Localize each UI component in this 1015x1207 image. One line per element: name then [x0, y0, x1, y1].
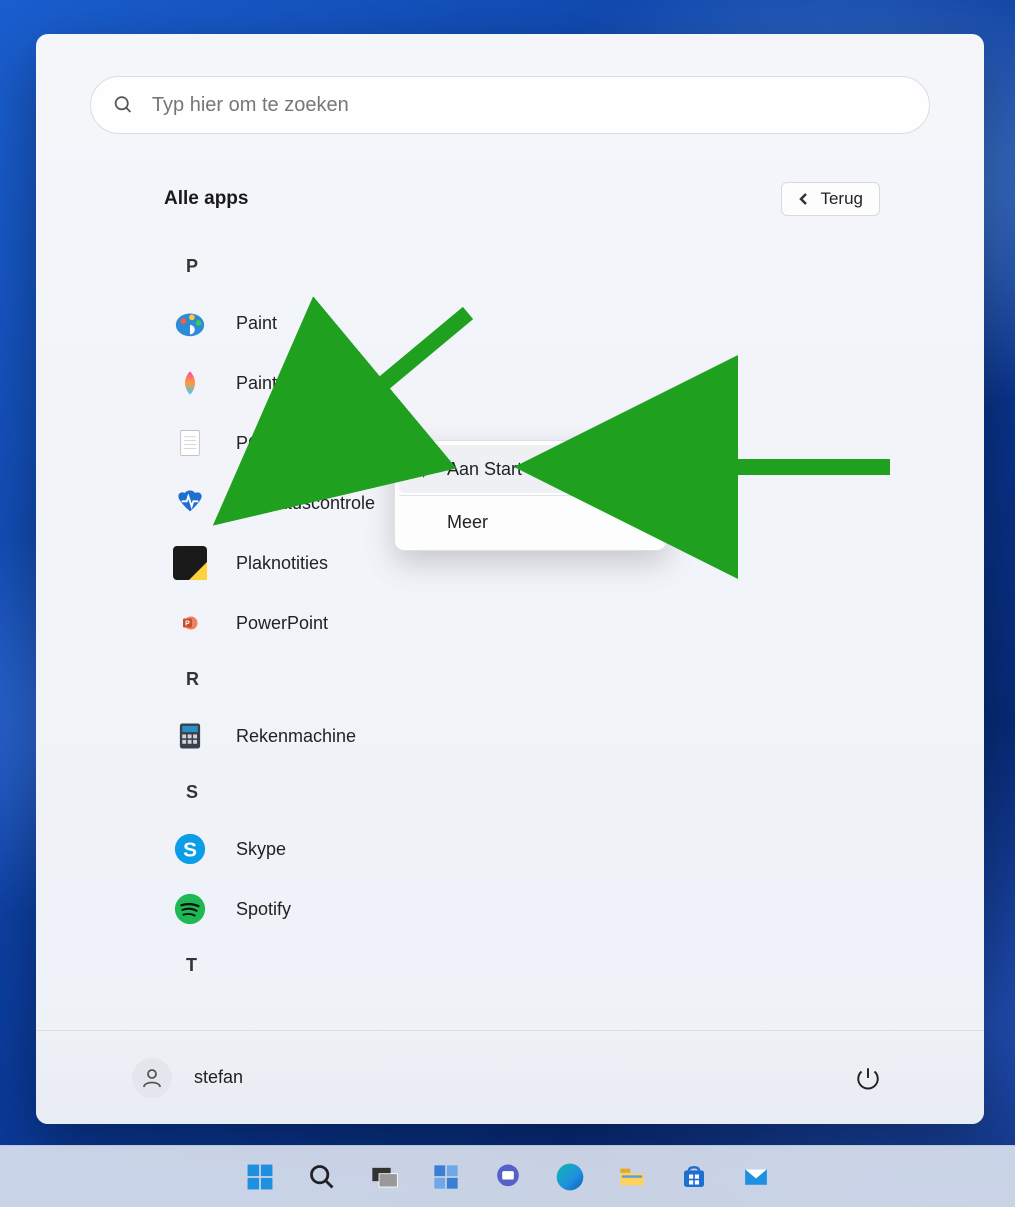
app-label: Pc-statuscontrole [236, 493, 375, 514]
app-item-spotify[interactable]: Spotify [164, 879, 856, 939]
avatar-icon [132, 1058, 172, 1098]
app-label: Skype [236, 839, 286, 860]
pin-icon [413, 459, 433, 479]
powerpoint-icon: P [172, 605, 208, 641]
paint-icon [172, 305, 208, 341]
letter-header-t[interactable]: T [164, 939, 856, 992]
paint3d-icon [172, 365, 208, 401]
letter-header-p[interactable]: P [164, 240, 856, 293]
apps-header-row: Alle apps Terug [164, 182, 880, 216]
start-menu-footer: stefan [36, 1030, 984, 1124]
calculator-icon [172, 718, 208, 754]
app-label: Paint 3D [236, 373, 305, 394]
context-more[interactable]: Meer [399, 498, 662, 546]
edge-icon [554, 1161, 586, 1193]
taskview-icon [369, 1162, 399, 1192]
app-item-paint3d[interactable]: Paint 3D [164, 353, 856, 413]
spotify-icon [172, 891, 208, 927]
search-icon [113, 94, 134, 116]
app-item-skype[interactable]: S Skype [164, 819, 856, 879]
taskbar-search-button[interactable] [300, 1155, 344, 1199]
svg-text:P: P [185, 621, 190, 628]
app-label: Spotify [236, 899, 291, 920]
back-button-label: Terug [820, 189, 863, 209]
letter-header-s[interactable]: S [164, 766, 856, 819]
app-label: Plaknotities [236, 553, 328, 574]
chevron-left-icon [798, 193, 810, 205]
context-item-label: Meer [447, 512, 488, 533]
letter-header-r[interactable]: R [164, 653, 856, 706]
document-icon [172, 425, 208, 461]
context-item-label: Aan Start vastmaken [447, 459, 614, 480]
context-pin-to-start[interactable]: Aan Start vastmaken [399, 445, 662, 493]
taskbar-explorer-button[interactable] [610, 1155, 654, 1199]
all-apps-title: Alle apps [164, 188, 248, 210]
taskbar-start-button[interactable] [238, 1155, 282, 1199]
chat-icon [493, 1162, 523, 1192]
app-list: P Paint Paint 3D PC tips - Snelkoppeling… [164, 240, 856, 1030]
taskbar [0, 1145, 1015, 1207]
search-icon [308, 1163, 336, 1191]
taskbar-widgets-button[interactable] [424, 1155, 468, 1199]
search-box[interactable] [90, 76, 930, 134]
app-label: Paint [236, 313, 277, 334]
svg-text:S: S [183, 839, 197, 862]
skype-icon: S [172, 831, 208, 867]
widgets-icon [431, 1162, 461, 1192]
store-icon [679, 1162, 709, 1192]
power-icon [855, 1065, 881, 1091]
power-button[interactable] [848, 1058, 888, 1098]
app-item-rekenmachine[interactable]: Rekenmachine [164, 706, 856, 766]
taskbar-store-button[interactable] [672, 1155, 716, 1199]
plaknotities-icon [172, 545, 208, 581]
app-item-powerpoint[interactable]: P PowerPoint [164, 593, 856, 653]
app-item-paint[interactable]: Paint [164, 293, 856, 353]
pcstatus-icon [172, 485, 208, 521]
back-button[interactable]: Terug [781, 182, 880, 216]
context-menu: Aan Start vastmaken Meer [394, 440, 667, 551]
chevron-right-icon [636, 516, 648, 528]
user-name-label: stefan [194, 1067, 243, 1088]
context-menu-divider [399, 495, 662, 496]
folder-icon [616, 1162, 648, 1192]
start-icon [244, 1161, 276, 1193]
user-account-button[interactable]: stefan [132, 1058, 243, 1098]
app-label: PowerPoint [236, 613, 328, 634]
taskbar-edge-button[interactable] [548, 1155, 592, 1199]
start-menu-panel: Alle apps Terug P Paint Paint 3D PC tips… [36, 34, 984, 1124]
app-label: Rekenmachine [236, 726, 356, 747]
taskbar-chat-button[interactable] [486, 1155, 530, 1199]
taskbar-mail-button[interactable] [734, 1155, 778, 1199]
search-input[interactable] [152, 94, 907, 117]
mail-icon [740, 1163, 772, 1191]
taskbar-taskview-button[interactable] [362, 1155, 406, 1199]
